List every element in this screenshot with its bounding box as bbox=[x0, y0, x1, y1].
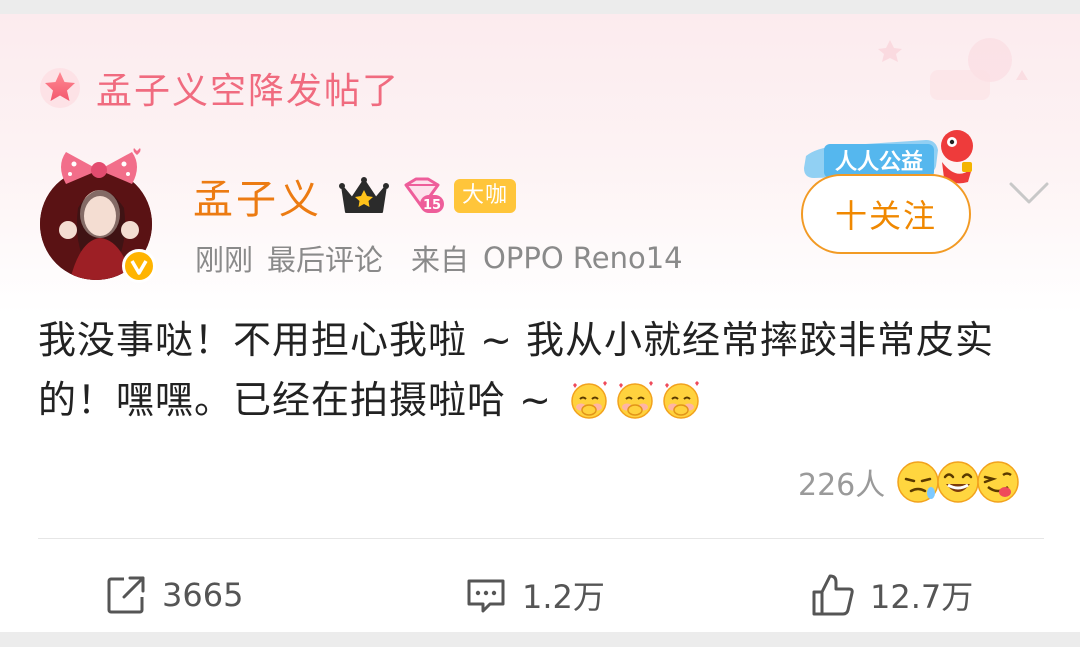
post-source-prefix: 来自 bbox=[411, 243, 470, 277]
comment-button[interactable]: 1.2万 bbox=[464, 570, 605, 620]
crown-icon bbox=[339, 177, 389, 213]
daka-badge: 大咖 bbox=[454, 179, 517, 213]
thumbs-up-icon bbox=[812, 574, 854, 616]
divider bbox=[38, 538, 1044, 539]
comment-icon bbox=[467, 579, 505, 613]
vip-level: 15 bbox=[423, 198, 441, 213]
like-count: 12.7万 bbox=[870, 578, 974, 616]
post-meta: 刚刚 最后评论 来自 OPPO Reno14 bbox=[195, 236, 697, 280]
follow-label: 十关注 bbox=[834, 197, 937, 235]
emoji-hug-icon bbox=[571, 381, 608, 419]
emoji-lick-icon bbox=[977, 461, 1020, 503]
banner-title: 孟子义空降发帖了 bbox=[96, 71, 401, 112]
reaction-count: 226人 bbox=[798, 468, 886, 503]
author-name[interactable]: 孟子义 bbox=[193, 167, 322, 225]
post-banner: 孟子义空降发帖了 bbox=[38, 58, 400, 118]
banner-decoration bbox=[878, 38, 1028, 100]
bottom-separator bbox=[0, 632, 1080, 647]
share-count: 3665 bbox=[162, 576, 244, 614]
verified-badge-icon bbox=[122, 249, 156, 283]
post-device[interactable]: OPPO Reno14 bbox=[483, 241, 683, 275]
star-icon bbox=[40, 68, 80, 108]
bow-decoration-icon bbox=[61, 148, 141, 184]
author-avatar[interactable] bbox=[38, 148, 156, 283]
diamond-level-icon: 15 bbox=[404, 177, 444, 213]
post-time: 刚刚 bbox=[195, 243, 254, 277]
emoji-hug-icon bbox=[617, 381, 654, 419]
author-name-row: 孟子义 15 大咖 bbox=[193, 166, 517, 226]
reaction-summary[interactable]: 226人 bbox=[798, 454, 1021, 510]
share-icon bbox=[107, 576, 145, 614]
post-activity: 最后评论 bbox=[267, 243, 384, 277]
post-text: 我没事哒！不用担心我啦 ~ 我从小就经常摔跤非常皮实的！嘿嘿。已经在拍摄啦哈 ~ bbox=[38, 318, 995, 422]
comment-count: 1.2万 bbox=[522, 578, 605, 616]
share-button[interactable]: 3665 bbox=[104, 570, 243, 620]
emoji-hug-icon bbox=[663, 381, 700, 419]
like-button[interactable]: 12.7万 bbox=[810, 570, 973, 620]
post-card: 孟子义空降发帖了 孟子义 15 大咖 刚刚 最后评论 来自 OPPO Reno1… bbox=[0, 14, 1080, 632]
post-content: 我没事哒！不用担心我啦 ~ 我从小就经常摔跤非常皮实的！嘿嘿。已经在拍摄啦哈 ~ bbox=[38, 310, 1048, 430]
follow-button[interactable]: 十关注 bbox=[801, 174, 971, 254]
charity-badge-label: 人人公益 bbox=[835, 149, 923, 175]
chevron-down-icon[interactable] bbox=[1008, 180, 1050, 206]
